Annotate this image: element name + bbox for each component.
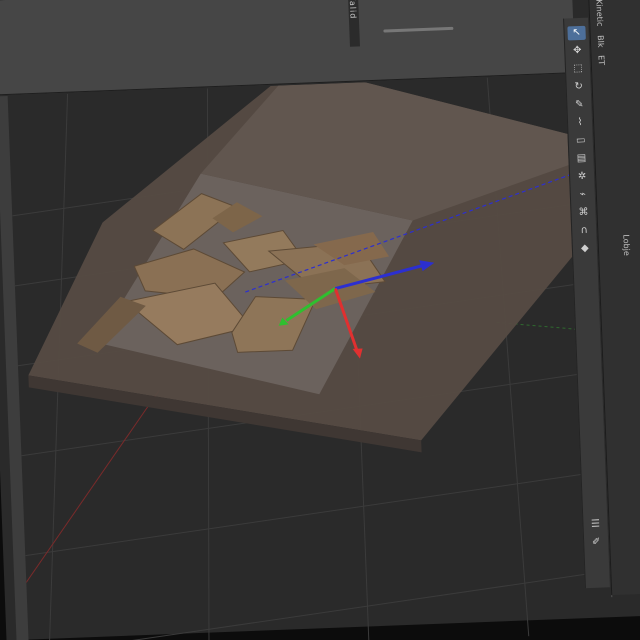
- move-icon[interactable]: ✥: [568, 44, 587, 59]
- horizontal-scrollbar[interactable]: [383, 26, 454, 33]
- 3d-viewport[interactable]: [8, 74, 589, 640]
- camera-icon[interactable]: ⌁: [574, 188, 593, 203]
- x-axis-line: [16, 390, 160, 597]
- light-icon[interactable]: ✲: [573, 170, 592, 185]
- editor-screen: Valid ET: [0, 0, 640, 640]
- rotate-icon[interactable]: ↻: [569, 80, 588, 95]
- divider-label: Valid: [347, 0, 358, 20]
- props-tab-2[interactable]: Blk: [596, 35, 605, 48]
- panel-divider[interactable]: Valid: [348, 0, 360, 47]
- props-tab-1[interactable]: Kinetic: [594, 0, 604, 27]
- pen-icon[interactable]: ✐: [587, 535, 606, 550]
- app-window: Valid ET: [0, 0, 640, 640]
- color-icon[interactable]: ◆: [576, 242, 595, 257]
- magnet-icon[interactable]: ∩: [575, 224, 594, 239]
- annotate-icon[interactable]: ✎: [570, 98, 589, 113]
- side-tab[interactable]: Lobje: [621, 234, 631, 256]
- scene-canvas[interactable]: [8, 74, 589, 640]
- select-arrow-icon[interactable]: ↖: [567, 25, 586, 41]
- layers-icon[interactable]: ☰: [586, 517, 605, 532]
- mesh-icon[interactable]: ▤: [572, 152, 591, 167]
- path-icon[interactable]: ⌘: [574, 206, 593, 221]
- props-tab-3[interactable]: ET: [597, 55, 606, 65]
- scale-icon[interactable]: ⬚: [569, 62, 588, 77]
- cube-icon[interactable]: ▭: [572, 134, 591, 149]
- measure-icon[interactable]: ⌇: [571, 116, 590, 131]
